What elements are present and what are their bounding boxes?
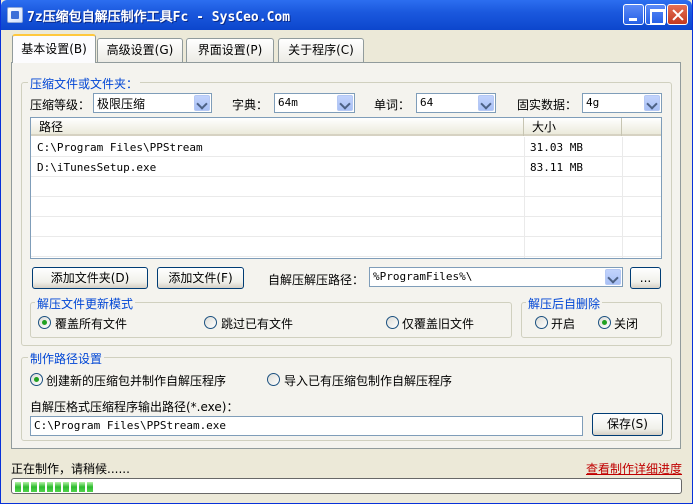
status-text: 正在制作，请稍候...... <box>11 462 130 476</box>
dictionary-label: 字典： <box>232 98 269 112</box>
main-window: 7z压缩包自解压制作工具Fc - SysCeo.Com 基本设置(B) 高级设置… <box>0 0 693 504</box>
tab-about[interactable]: 关于程序(C) <box>278 38 364 62</box>
chevron-down-icon[interactable] <box>194 95 210 111</box>
update-mode-group-label: 解压文件更新模式 <box>35 295 136 312</box>
browse-button[interactable]: ... <box>630 267 661 289</box>
chevron-down-icon[interactable] <box>478 95 494 111</box>
view-progress-link[interactable]: 查看制作详细进度 <box>586 460 682 477</box>
make-path-group-label: 制作路径设置 <box>28 350 105 367</box>
delete-off-label[interactable]: 关闭 <box>614 315 638 332</box>
progress-segment <box>39 482 45 492</box>
solid-block-label: 固实数据： <box>517 98 578 112</box>
compress-group-label: 压缩文件或文件夹： <box>28 75 141 92</box>
progress-segment <box>63 482 69 492</box>
tab-ui-settings[interactable]: 界面设置(P) <box>186 38 274 62</box>
add-file-button[interactable]: 添加文件(F) <box>157 267 244 289</box>
dictionary-select[interactable]: 64m <box>274 93 355 113</box>
minimize-button[interactable] <box>623 4 644 25</box>
create-new-archive-label[interactable]: 创建新的压缩包并制作自解压程序 <box>46 372 226 389</box>
word-size-select[interactable]: 64 <box>416 93 496 113</box>
file-list-header: 路径 大小 <box>31 118 661 136</box>
add-folder-button[interactable]: 添加文件夹(D) <box>32 267 148 289</box>
title-bar[interactable]: 7z压缩包自解压制作工具Fc - SysCeo.Com <box>1 0 692 30</box>
tab-advanced-settings[interactable]: 高级设置(G) <box>97 38 183 62</box>
overwrite-all-radio[interactable] <box>38 316 51 329</box>
import-archive-radio[interactable] <box>267 373 280 386</box>
close-button[interactable] <box>667 4 688 25</box>
progress-segment <box>55 482 61 492</box>
file-path-cell: D:\iTunesSetup.exe <box>37 161 157 174</box>
delete-after-group-label: 解压后自删除 <box>526 295 603 312</box>
progress-segment <box>23 482 29 492</box>
window-title: 7z压缩包自解压制作工具Fc - SysCeo.Com <box>27 10 291 25</box>
dictionary-value: 64m <box>278 96 298 109</box>
progress-segment <box>47 482 53 492</box>
progress-segment <box>87 482 93 492</box>
progress-segment <box>71 482 77 492</box>
app-icon <box>7 7 23 23</box>
table-row[interactable]: C:\Program Files\PPStream 31.03 MB <box>31 138 661 157</box>
delete-on-label[interactable]: 开启 <box>551 315 575 332</box>
file-list[interactable]: 路径 大小 C:\Program Files\PPStream 31.03 MB… <box>30 117 662 259</box>
chevron-down-icon[interactable] <box>644 95 660 111</box>
skip-existing-radio[interactable] <box>204 316 217 329</box>
save-button[interactable]: 保存(S) <box>592 413 663 436</box>
chevron-down-icon[interactable] <box>605 269 621 285</box>
progress-segment <box>31 482 37 492</box>
extract-path-select[interactable]: %ProgramFiles%\ <box>369 267 623 287</box>
file-path-cell: C:\Program Files\PPStream <box>37 141 203 154</box>
file-size-cell: 31.03 MB <box>530 141 583 154</box>
word-size-label: 单词： <box>374 98 411 112</box>
progress-bar <box>11 478 682 494</box>
overwrite-older-radio[interactable] <box>386 316 399 329</box>
file-size-cell: 83.11 MB <box>530 161 583 174</box>
delete-on-radio[interactable] <box>535 316 548 329</box>
chevron-down-icon[interactable] <box>337 95 353 111</box>
tab-basic-settings[interactable]: 基本设置(B) <box>12 34 96 63</box>
word-size-value: 64 <box>420 96 434 109</box>
skip-existing-label[interactable]: 跳过已有文件 <box>221 315 293 332</box>
compression-level-select[interactable]: 极限压缩 <box>93 93 212 113</box>
column-header-size[interactable]: 大小 <box>524 118 622 136</box>
output-path-input[interactable]: C:\Program Files\PPStream.exe <box>30 416 583 436</box>
solid-block-select[interactable]: 4g <box>582 93 662 113</box>
output-path-label: 自解压格式压缩程序输出路径(*.exe)： <box>30 400 239 414</box>
delete-off-radio[interactable] <box>598 316 611 329</box>
compression-level-value: 极限压缩 <box>97 97 146 111</box>
extract-path-label: 自解压解压路径： <box>268 273 365 287</box>
solid-block-value: 4g <box>586 96 600 109</box>
compression-level-label: 压缩等级： <box>30 98 91 112</box>
progress-segment <box>79 482 85 492</box>
column-header-path[interactable]: 路径 <box>31 118 524 136</box>
extract-path-value: %ProgramFiles%\ <box>373 270 473 283</box>
table-row[interactable]: D:\iTunesSetup.exe 83.11 MB <box>31 158 661 177</box>
overwrite-older-label[interactable]: 仅覆盖旧文件 <box>402 315 474 332</box>
create-new-archive-radio[interactable] <box>30 373 43 386</box>
overwrite-all-label[interactable]: 覆盖所有文件 <box>55 315 127 332</box>
progress-segment <box>15 482 21 492</box>
maximize-button[interactable] <box>645 4 666 25</box>
import-archive-label[interactable]: 导入已有压缩包制作自解压程序 <box>284 372 452 389</box>
output-path-value: C:\Program Files\PPStream.exe <box>34 419 227 432</box>
progress-fill <box>15 481 678 492</box>
